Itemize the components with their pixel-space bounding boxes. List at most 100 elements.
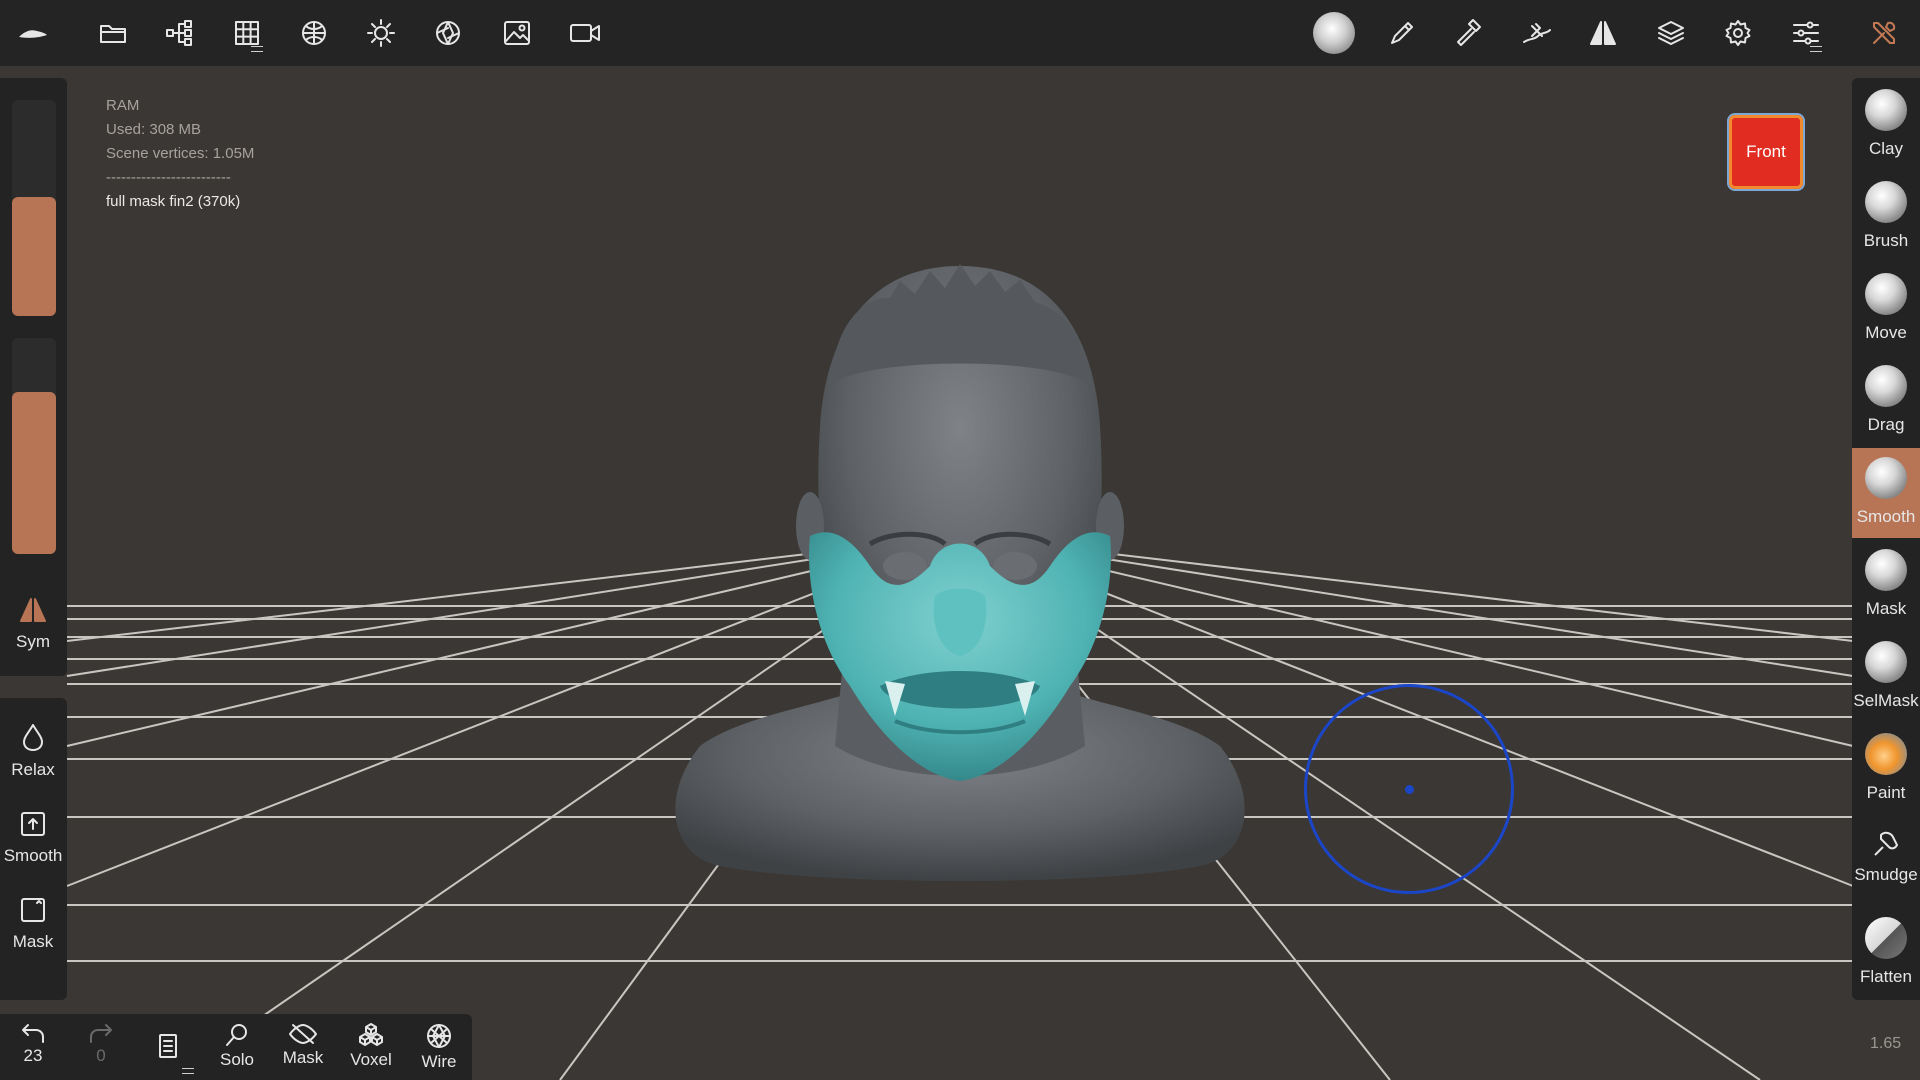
paint-stroke-icon[interactable] bbox=[1380, 12, 1424, 54]
standard-brush-icon bbox=[1865, 181, 1907, 223]
brush-cursor-center bbox=[1405, 785, 1414, 794]
scene-vertices: Scene vertices: 1.05M bbox=[106, 145, 255, 162]
zoom-readout: 1.65 bbox=[1870, 1035, 1902, 1052]
redo-count: 0 bbox=[96, 1046, 106, 1065]
voxel-cubes-icon bbox=[359, 1023, 383, 1046]
brush-label: Smudge bbox=[1854, 865, 1918, 884]
top-toolbar bbox=[0, 0, 1920, 66]
wireframe-sphere-icon bbox=[427, 1024, 451, 1048]
move-brush-icon bbox=[1865, 273, 1907, 315]
camera-icon[interactable] bbox=[563, 12, 607, 54]
undo-icon bbox=[22, 1024, 44, 1043]
submenu-indicator bbox=[1810, 46, 1822, 52]
ram-label: RAM bbox=[106, 97, 140, 114]
undo-button[interactable]: 23 bbox=[2, 1014, 64, 1080]
settings-gear-icon[interactable] bbox=[1716, 12, 1760, 54]
undo-count: 23 bbox=[23, 1046, 43, 1065]
mask-brush-icon bbox=[1865, 549, 1907, 591]
brush-label: Mask bbox=[1865, 599, 1907, 618]
brush-label: Clay bbox=[1868, 139, 1903, 158]
relax-button[interactable]: Relax bbox=[0, 714, 66, 798]
bottom-toolbar: 23 0 Solo Mask Voxel Wire bbox=[0, 1014, 472, 1080]
mask-shortcut-button[interactable]: Mask bbox=[0, 888, 66, 972]
history-button[interactable] bbox=[138, 1014, 200, 1080]
sliders-icon[interactable] bbox=[1784, 12, 1828, 54]
scene-tree-icon[interactable] bbox=[158, 12, 202, 54]
stroke-settings-icon[interactable] bbox=[1515, 12, 1559, 54]
mask-visibility-label: Mask bbox=[282, 1048, 324, 1067]
brush-brush[interactable]: Brush bbox=[1852, 172, 1920, 262]
paint-brush-icon bbox=[1865, 733, 1907, 775]
brush-label: Smooth bbox=[1856, 507, 1916, 526]
voxel-button[interactable]: Voxel bbox=[340, 1014, 402, 1080]
tools-wrench-icon[interactable] bbox=[1862, 12, 1906, 54]
smooth-brush-icon bbox=[1865, 457, 1907, 499]
smooth-shortcut-button[interactable]: Smooth bbox=[0, 802, 66, 886]
redo-button[interactable]: 0 bbox=[70, 1014, 132, 1080]
intensity-slider-fill bbox=[12, 392, 56, 554]
current-brush-sphere-icon[interactable] bbox=[1312, 12, 1356, 54]
brush-label: Move bbox=[1865, 323, 1907, 342]
symmetry-icon[interactable] bbox=[1581, 12, 1625, 54]
ram-used: Used: 308 MB bbox=[106, 121, 202, 138]
wire-button[interactable]: Wire bbox=[408, 1014, 470, 1080]
mask-visibility-button[interactable]: Mask bbox=[272, 1014, 334, 1080]
submenu-indicator bbox=[182, 1068, 194, 1074]
search-icon bbox=[226, 1024, 247, 1046]
brush-label: Paint bbox=[1866, 783, 1906, 802]
brush-clay[interactable]: Clay bbox=[1852, 80, 1920, 170]
brush-label: Brush bbox=[1863, 231, 1909, 250]
brush-smudge[interactable]: Smudge bbox=[1852, 816, 1920, 906]
nomad-logo-icon[interactable] bbox=[11, 12, 55, 54]
submenu-indicator bbox=[251, 46, 263, 52]
solo-button[interactable]: Solo bbox=[206, 1014, 268, 1080]
redo-icon bbox=[90, 1024, 112, 1043]
3d-viewport[interactable] bbox=[0, 66, 1920, 1080]
intensity-slider[interactable] bbox=[12, 338, 56, 554]
layers-icon[interactable] bbox=[1649, 12, 1693, 54]
brush-label: Flatten bbox=[1860, 967, 1912, 986]
brush-label: Drag bbox=[1867, 415, 1905, 434]
info-divider: ------------------------- bbox=[106, 169, 231, 186]
drag-brush-icon bbox=[1865, 365, 1907, 407]
relax-label: Relax bbox=[11, 760, 55, 779]
brush-mask[interactable]: Mask bbox=[1852, 540, 1920, 630]
eye-slash-icon bbox=[289, 1024, 317, 1044]
selmask-brush-icon bbox=[1865, 641, 1907, 683]
brush-paint[interactable]: Paint bbox=[1852, 724, 1920, 814]
voxel-label: Voxel bbox=[350, 1050, 392, 1069]
radius-slider[interactable] bbox=[12, 100, 56, 316]
left-slider-panel: Sym bbox=[0, 78, 67, 676]
light-icon[interactable] bbox=[359, 12, 403, 54]
brush-flatten[interactable]: Flatten bbox=[1852, 908, 1920, 998]
scene-info: RAM Used: 308 MB Scene vertices: 1.05M -… bbox=[106, 94, 254, 214]
solo-label: Solo bbox=[219, 1050, 255, 1069]
flatten-brush-icon bbox=[1865, 917, 1907, 959]
brush-panel: Clay Brush Move Drag Smooth Mask SelMask… bbox=[1852, 78, 1920, 1000]
background-image-icon[interactable] bbox=[495, 12, 539, 54]
sym-label: Sym bbox=[16, 632, 50, 651]
radius-slider-fill bbox=[12, 197, 56, 316]
wire-label: Wire bbox=[421, 1052, 457, 1071]
sculpt-bust[interactable] bbox=[675, 264, 1245, 881]
material-icon[interactable] bbox=[292, 12, 336, 54]
brush-drag[interactable]: Drag bbox=[1852, 356, 1920, 446]
smooth-shortcut-label: Smooth bbox=[3, 846, 63, 865]
topology-grid-icon[interactable] bbox=[225, 12, 269, 54]
sym-button[interactable]: Sym bbox=[0, 588, 66, 672]
view-cube-front[interactable]: Front bbox=[1729, 115, 1803, 189]
brush-move[interactable]: Move bbox=[1852, 264, 1920, 354]
mask-shortcut-label: Mask bbox=[12, 932, 54, 951]
floor-grid bbox=[66, 264, 1854, 1080]
left-shortcut-panel: Relax Smooth Mask bbox=[0, 698, 67, 1000]
brush-selmask[interactable]: SelMask bbox=[1852, 632, 1920, 722]
hammer-icon[interactable] bbox=[1447, 12, 1491, 54]
brush-smooth[interactable]: Smooth bbox=[1852, 448, 1920, 538]
folder-icon[interactable] bbox=[91, 12, 135, 54]
smudge-finger-icon bbox=[1874, 831, 1899, 856]
selected-object-name: full mask fin2 (370k) bbox=[106, 193, 241, 210]
history-list-icon bbox=[159, 1034, 177, 1058]
postprocess-aperture-icon[interactable] bbox=[426, 12, 470, 54]
brush-label: SelMask bbox=[1853, 691, 1919, 710]
brush-cursor bbox=[1304, 684, 1514, 894]
